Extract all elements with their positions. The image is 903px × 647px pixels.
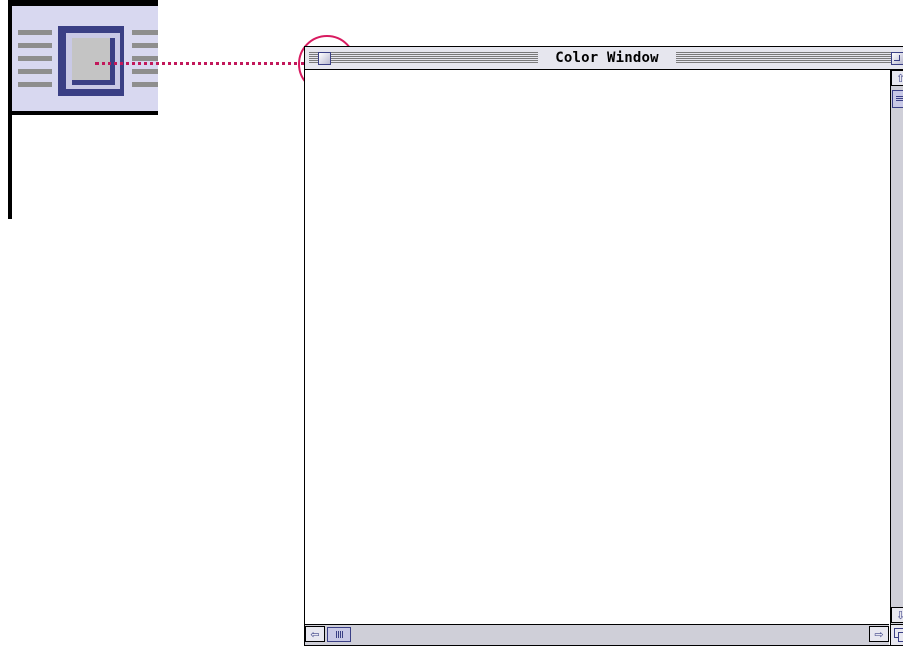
inset-title-stripe	[132, 56, 158, 61]
window-content-area[interactable]	[305, 70, 889, 624]
inset-title-stripe	[18, 56, 52, 61]
size-box-icon[interactable]	[890, 624, 903, 645]
inset-title-stripe	[132, 82, 158, 87]
inset-title-stripe	[18, 69, 52, 74]
color-window: Color Window ⇧ ⇩ ⇦ ⇨	[304, 46, 903, 646]
close-box-icon[interactable]	[318, 52, 331, 65]
scroll-down-arrow-icon[interactable]: ⇩	[891, 607, 903, 623]
scroll-up-arrow-icon[interactable]: ⇧	[891, 70, 903, 86]
magnified-close-box-inset	[8, 0, 158, 115]
window-title: Color Window	[538, 49, 676, 67]
scroll-left-arrow-icon[interactable]: ⇦	[305, 626, 325, 642]
inset-title-stripe	[132, 43, 158, 48]
inset-title-stripe	[132, 69, 158, 74]
vertical-scrollbar[interactable]: ⇧ ⇩	[890, 70, 903, 624]
scroll-right-arrow-icon[interactable]: ⇨	[869, 626, 889, 642]
inset-callout-stem	[8, 115, 12, 219]
inset-title-stripe	[18, 82, 52, 87]
callout-dotted-line	[95, 62, 305, 65]
horizontal-scrollbar[interactable]: ⇦ ⇨	[305, 624, 889, 645]
horizontal-scroll-thumb[interactable]	[327, 627, 351, 642]
inset-frame-top	[8, 0, 158, 6]
inset-title-stripe	[18, 43, 52, 48]
title-bar[interactable]: Color Window	[305, 47, 903, 70]
inset-title-stripe	[18, 30, 52, 35]
inset-title-stripe	[132, 30, 158, 35]
inset-frame-left	[8, 0, 12, 115]
vertical-scroll-thumb[interactable]	[892, 90, 903, 108]
inset-frame-bottom	[8, 111, 158, 115]
zoom-box-icon[interactable]	[891, 52, 903, 65]
